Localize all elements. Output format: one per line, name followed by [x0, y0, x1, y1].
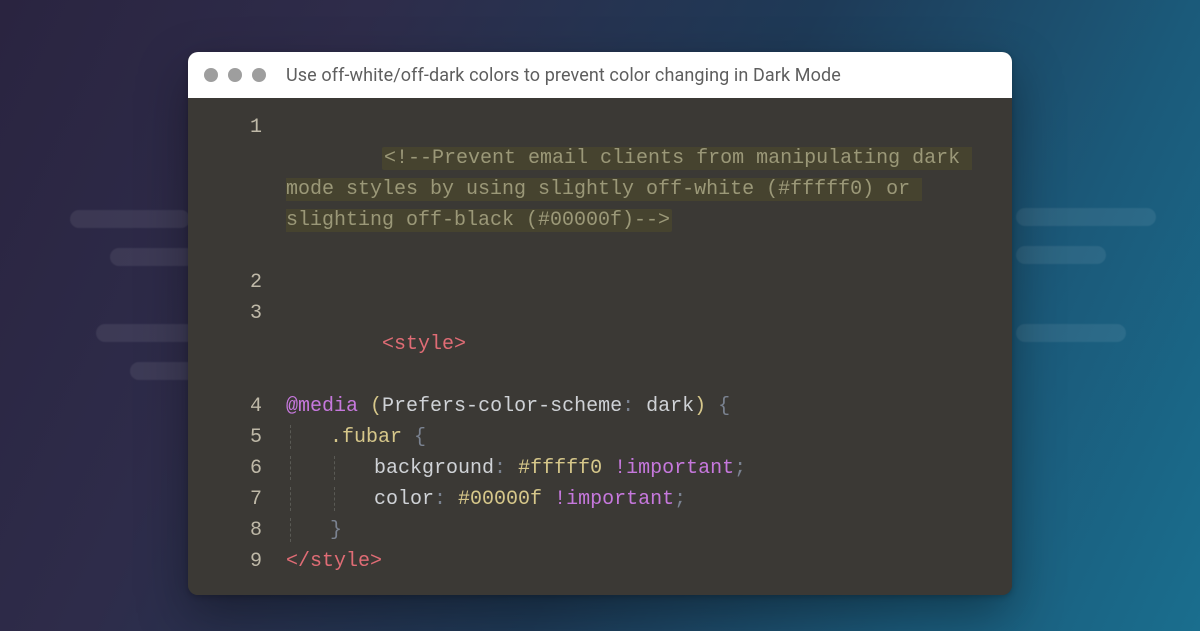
code-token-space	[358, 395, 370, 418]
code-token-ident: dark	[646, 395, 694, 418]
window-control-zoom-icon[interactable]	[252, 68, 266, 82]
window-title-bar: Use off-white/off-dark colors to prevent…	[188, 52, 1012, 98]
code-token-space	[542, 488, 554, 511]
line-number: 7	[206, 484, 286, 515]
line-number: 2	[206, 267, 286, 298]
code-token-ident: Prefers-color-scheme	[382, 395, 622, 418]
window-title: Use off-white/off-dark colors to prevent…	[286, 65, 841, 86]
code-line: 4 @media (Prefers-color-scheme: dark) {	[206, 391, 990, 422]
code-token-space	[706, 395, 718, 418]
line-number: 4	[206, 391, 286, 422]
code-line: 2	[206, 267, 990, 298]
code-token-paren: (	[370, 395, 382, 418]
code-token-value: #fffff0	[518, 457, 602, 480]
code-token-colon: :	[494, 457, 506, 480]
decor-bar	[1016, 208, 1156, 226]
code-line: 3 <style>	[206, 298, 990, 391]
decor-bar	[1016, 246, 1106, 264]
code-line: 9 </style>	[206, 546, 990, 577]
decor-bar	[96, 324, 196, 342]
code-token-space	[506, 457, 518, 480]
code-token-value: #00000f	[458, 488, 542, 511]
code-token-brace: {	[718, 395, 730, 418]
code-comment: <!--Prevent email clients from manipulat…	[286, 147, 972, 232]
code-token-property: color	[374, 488, 434, 511]
code-token-atrule: @media	[286, 395, 358, 418]
decor-bar	[110, 248, 200, 266]
line-number: 5	[206, 422, 286, 453]
code-line: 8 }	[206, 515, 990, 546]
code-token-important: !important	[554, 488, 674, 511]
line-number: 9	[206, 546, 286, 577]
code-line: 1 <!--Prevent email clients from manipul…	[206, 112, 990, 267]
code-line: 5 .fubar {	[206, 422, 990, 453]
window-control-minimize-icon[interactable]	[228, 68, 242, 82]
line-number: 6	[206, 453, 286, 484]
line-number: 1	[206, 112, 286, 143]
code-token-space	[634, 395, 646, 418]
code-token-space	[402, 426, 414, 449]
window-control-close-icon[interactable]	[204, 68, 218, 82]
code-token-semi: ;	[674, 488, 686, 511]
code-token-tag: <style>	[382, 333, 466, 356]
code-token-paren: )	[694, 395, 706, 418]
code-token-space	[446, 488, 458, 511]
code-token-brace: }	[330, 519, 342, 542]
code-editor-window: Use off-white/off-dark colors to prevent…	[188, 52, 1012, 595]
code-token-selector: .fubar	[330, 426, 402, 449]
decor-bar	[1016, 324, 1126, 342]
line-number: 3	[206, 298, 286, 329]
code-token-property: background	[374, 457, 494, 480]
line-number: 8	[206, 515, 286, 546]
code-token-colon: :	[622, 395, 634, 418]
code-token-semi: ;	[734, 457, 746, 480]
code-line: 6 background: #fffff0 !important;	[206, 453, 990, 484]
code-token-important: !important	[614, 457, 734, 480]
code-token-brace: {	[414, 426, 426, 449]
code-token-colon: :	[434, 488, 446, 511]
code-token-tag: </style>	[286, 550, 382, 573]
decor-bar	[70, 210, 190, 228]
code-token-space	[602, 457, 614, 480]
code-line: 7 color: #00000f !important;	[206, 484, 990, 515]
code-editor-body[interactable]: 1 <!--Prevent email clients from manipul…	[188, 98, 1012, 595]
